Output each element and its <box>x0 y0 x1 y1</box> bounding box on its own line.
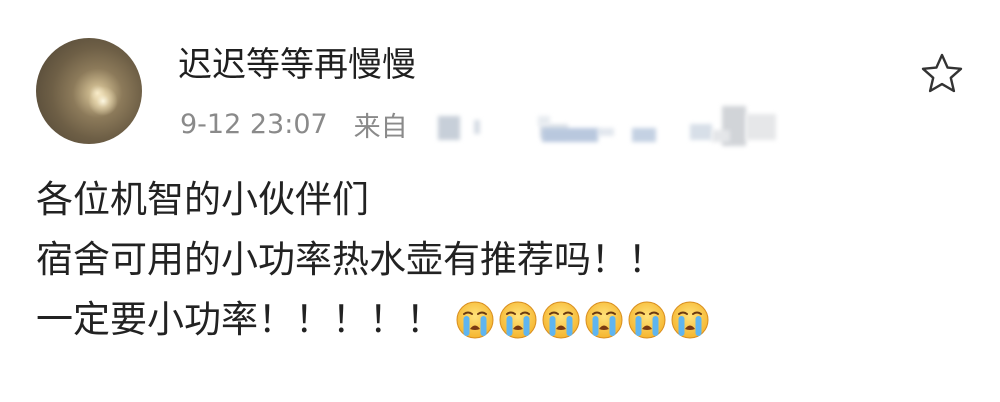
post-line-1: 各位机智的小伙伴们 <box>36 170 956 230</box>
post-line-1-text: 各位机智的小伙伴们 <box>36 178 369 221</box>
post-line-2-text: 宿舍可用的小功率热水壶有推荐吗！！ <box>36 238 665 281</box>
post-meta: 9-12 23:07 来自 <box>180 104 408 144</box>
post-body: 各位机智的小伙伴们 宿舍可用的小功率热水壶有推荐吗！！ 一定要小功率！！！！！ <box>36 170 956 350</box>
loudly-crying-emoji <box>456 301 494 339</box>
blurred-source-label <box>420 100 800 146</box>
source-prefix: 来自 <box>353 111 408 143</box>
post-timestamp: 9-12 23:07 <box>180 108 328 140</box>
avatar[interactable] <box>36 38 142 144</box>
avatar-glint <box>88 86 118 116</box>
loudly-crying-emoji <box>499 301 537 339</box>
post-line-3-text: 一定要小功率！！！！！ <box>36 298 443 341</box>
loudly-crying-emoji <box>628 301 666 339</box>
username[interactable]: 迟迟等等再慢慢 <box>178 40 416 90</box>
post-line-2: 宿舍可用的小功率热水壶有推荐吗！！ <box>36 230 956 290</box>
star-outline-icon[interactable] <box>920 52 964 96</box>
emoji-row <box>455 300 713 340</box>
post-line-3: 一定要小功率！！！！！ <box>36 290 956 350</box>
post-card: 迟迟等等再慢慢 9-12 23:07 来自 各位机智的小伙伴们 宿舍可用的小功率… <box>0 0 1000 402</box>
loudly-crying-emoji <box>671 301 709 339</box>
loudly-crying-emoji <box>542 301 580 339</box>
loudly-crying-emoji <box>585 301 623 339</box>
